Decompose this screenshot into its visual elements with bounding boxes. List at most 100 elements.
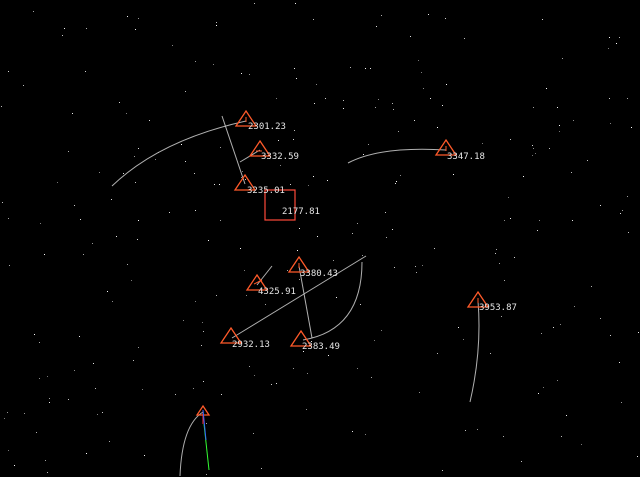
star bbox=[631, 127, 632, 128]
star bbox=[111, 199, 112, 200]
star bbox=[430, 98, 431, 99]
contact-label-c5[interactable]: 2177.81 bbox=[282, 207, 320, 217]
player-ship-marker[interactable] bbox=[195, 404, 211, 471]
star bbox=[609, 98, 610, 99]
star bbox=[375, 107, 376, 108]
star bbox=[381, 15, 382, 16]
star bbox=[376, 26, 377, 27]
star bbox=[195, 210, 196, 211]
star bbox=[510, 139, 511, 140]
space-viewport[interactable]: 2301.23 3332.59 3347.18 3235.01 2177.81 … bbox=[0, 0, 640, 477]
star bbox=[181, 144, 182, 145]
star bbox=[47, 472, 48, 473]
star bbox=[559, 125, 560, 126]
star bbox=[378, 99, 379, 100]
star bbox=[600, 205, 601, 206]
star bbox=[360, 304, 361, 305]
trail-c7 bbox=[256, 265, 273, 286]
star bbox=[566, 415, 567, 416]
star bbox=[216, 22, 217, 23]
star bbox=[39, 342, 40, 343]
starfield bbox=[1, 3, 639, 475]
star bbox=[416, 272, 417, 273]
star bbox=[538, 393, 539, 394]
star bbox=[370, 68, 371, 69]
star bbox=[220, 220, 221, 221]
star bbox=[573, 120, 574, 121]
contact-label-c3[interactable]: 3347.18 bbox=[447, 152, 485, 162]
star bbox=[127, 16, 128, 17]
star bbox=[276, 98, 277, 99]
star bbox=[126, 113, 127, 114]
star bbox=[542, 19, 543, 20]
star bbox=[559, 131, 560, 132]
star bbox=[400, 175, 401, 176]
star bbox=[446, 84, 447, 85]
star bbox=[245, 179, 246, 180]
star bbox=[294, 130, 295, 131]
star bbox=[458, 327, 459, 328]
contact-label-c8[interactable]: 3953.87 bbox=[479, 303, 517, 313]
star bbox=[350, 67, 351, 68]
star bbox=[93, 363, 94, 364]
star bbox=[95, 388, 96, 389]
contact-label-c9[interactable]: 2932.13 bbox=[232, 340, 270, 350]
star bbox=[193, 388, 194, 389]
star bbox=[560, 324, 561, 325]
star bbox=[271, 384, 272, 385]
star bbox=[394, 267, 395, 268]
star bbox=[47, 376, 48, 377]
star bbox=[442, 105, 443, 106]
star bbox=[415, 266, 416, 267]
contact-label-c6[interactable]: 3380.43 bbox=[300, 269, 338, 279]
star bbox=[138, 347, 139, 348]
star bbox=[574, 306, 575, 307]
star bbox=[57, 182, 58, 183]
star bbox=[437, 353, 438, 354]
contact-label-c10[interactable]: 2383.49 bbox=[302, 342, 340, 352]
star bbox=[39, 378, 40, 379]
star bbox=[134, 156, 135, 157]
star bbox=[79, 336, 80, 337]
star bbox=[316, 84, 317, 85]
contact-label-c4[interactable]: 3235.01 bbox=[247, 186, 285, 196]
star bbox=[299, 279, 300, 280]
star bbox=[333, 260, 334, 261]
star bbox=[195, 301, 196, 302]
star bbox=[280, 165, 281, 166]
star bbox=[546, 88, 547, 89]
star bbox=[508, 197, 509, 198]
star bbox=[621, 402, 622, 403]
star bbox=[591, 286, 592, 287]
star bbox=[477, 429, 478, 430]
star bbox=[482, 143, 483, 144]
star bbox=[253, 433, 254, 434]
star bbox=[261, 468, 262, 469]
star bbox=[419, 392, 420, 393]
star bbox=[183, 320, 184, 321]
star bbox=[133, 360, 134, 361]
star bbox=[49, 402, 50, 403]
star bbox=[202, 322, 203, 323]
star bbox=[539, 220, 540, 221]
star bbox=[313, 19, 314, 20]
contact-label-c7[interactable]: 4325.91 bbox=[258, 287, 296, 297]
star bbox=[242, 171, 243, 172]
trail-c1 bbox=[111, 120, 247, 187]
contact-label-c1[interactable]: 2301.23 bbox=[248, 122, 286, 132]
star bbox=[523, 176, 524, 177]
star bbox=[532, 155, 533, 156]
star bbox=[278, 140, 279, 141]
star bbox=[410, 36, 411, 37]
star bbox=[123, 173, 124, 174]
star bbox=[628, 232, 629, 233]
contact-label-c2[interactable]: 3332.59 bbox=[261, 152, 299, 162]
star bbox=[343, 108, 344, 109]
star bbox=[293, 139, 294, 140]
star bbox=[428, 14, 429, 15]
star bbox=[561, 436, 562, 437]
star bbox=[442, 470, 443, 471]
star bbox=[241, 73, 242, 74]
star bbox=[297, 250, 298, 251]
star bbox=[246, 295, 247, 296]
